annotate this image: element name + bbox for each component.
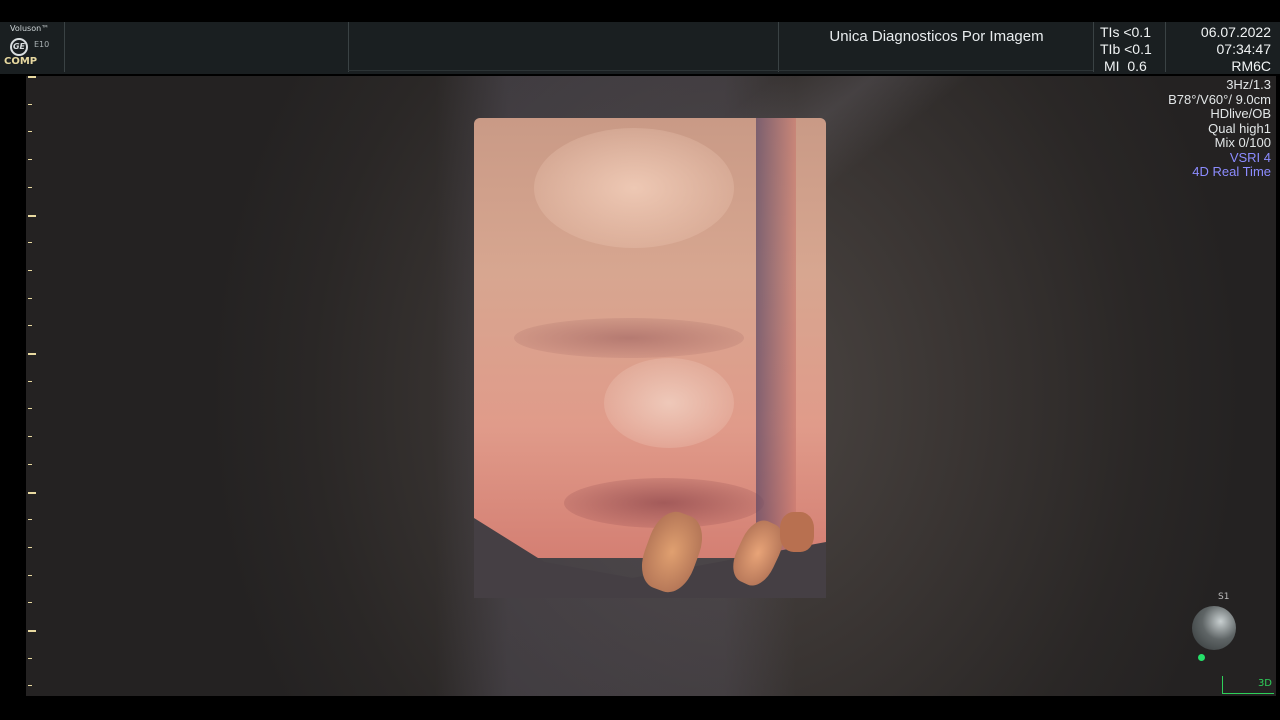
tib-value: <0.1 [1124, 41, 1152, 57]
depth-scale-tick [28, 325, 32, 327]
depth-scale-tick [28, 436, 32, 438]
depth-scale-tick [28, 159, 32, 161]
depth-scale-tick [28, 103, 32, 105]
depth-scale-tick [28, 353, 36, 355]
date-time-block: 06.07.2022 07:34:47 RM6C [1201, 24, 1271, 75]
tib-row: TIb <0.1 [1100, 41, 1152, 58]
depth-scale-tick [28, 463, 32, 465]
depth-scale-tick [28, 380, 32, 382]
device-logo: Voluson™ GE E10 COMP [4, 24, 64, 70]
render-mode-param: HDlive/OB [1210, 106, 1271, 121]
header-rule [348, 70, 1093, 71]
depth-scale-tick [28, 214, 36, 217]
acquisition-params: 3Hz/1.3 B78°/V60°/ 9.0cm HDlive/OB Qual … [1168, 77, 1271, 180]
header-divider [348, 22, 349, 72]
header-divider [1165, 22, 1166, 72]
fetal-hand [780, 512, 814, 552]
depth-scale-tick [28, 574, 32, 576]
depth-scale-tick [28, 269, 32, 271]
brand-name: Voluson™ [10, 24, 50, 33]
probe-name: RM6C [1231, 58, 1271, 74]
mi-row: MI 0.6 [1100, 58, 1152, 75]
comp-label: COMP [4, 56, 38, 67]
depth-scale-tick [28, 297, 32, 299]
tib-label: TIb [1100, 41, 1121, 57]
geometry-param: B78°/V60°/ 9.0cm [1168, 91, 1271, 107]
header-divider [64, 22, 65, 72]
depth-scale-tick [28, 519, 32, 521]
orientation-sphere-icon [1192, 606, 1236, 650]
orientation-indicator: S1 [1188, 592, 1248, 672]
exam-time: 07:34:47 [1216, 41, 1272, 57]
header-divider [778, 22, 779, 72]
depth-scale-tick [28, 685, 32, 687]
mix-param: Mix 0/100 [1214, 135, 1271, 150]
depth-scale-tick [28, 546, 32, 548]
fetal-face-render [474, 118, 826, 598]
depth-scale-tick [28, 408, 32, 410]
nose-region [604, 358, 734, 448]
header-divider [1093, 22, 1094, 72]
depth-scale-tick [28, 602, 32, 604]
depth-scale-tick [28, 186, 32, 188]
eye-region [514, 318, 744, 358]
ultrasound-image-viewport[interactable] [26, 76, 1276, 696]
vsri-param: VSRI 4 [1229, 149, 1271, 165]
tis-row: TIs <0.1 [1100, 24, 1152, 41]
corner-3d-label: 3D [1257, 678, 1272, 689]
clinic-name: Unica Diagnosticos Por Imagem [829, 28, 1044, 45]
depth-scale-tick [28, 491, 36, 494]
depth-scale-tick [28, 657, 32, 659]
depth-scale-tick [28, 630, 36, 632]
ge-logo-icon: GE [10, 38, 28, 56]
mi-label: MI [1104, 58, 1120, 74]
model-name: E10 [34, 40, 50, 49]
quality-param: Qual high1 [1208, 120, 1271, 136]
depth-scale-tick [28, 76, 36, 78]
orientation-label: S1 [1218, 592, 1230, 602]
depth-scale-tick [28, 242, 32, 244]
orientation-dot-icon [1198, 654, 1205, 661]
tis-value: <0.1 [1123, 24, 1151, 40]
forehead-highlight [534, 128, 734, 248]
mi-value: 0.6 [1127, 58, 1147, 74]
frequency-param: 3Hz/1.3 [1226, 77, 1271, 92]
mode-param: 4D Real Time [1192, 164, 1271, 179]
render-mode-corner: 3D [1222, 676, 1274, 694]
volume-edge [756, 118, 796, 558]
exam-date: 06.07.2022 [1200, 24, 1271, 40]
depth-scale-tick [28, 131, 32, 133]
safety-indices: TIs <0.1 TIb <0.1 MI 0.6 [1100, 24, 1152, 75]
tis-label: TIs [1100, 24, 1120, 40]
